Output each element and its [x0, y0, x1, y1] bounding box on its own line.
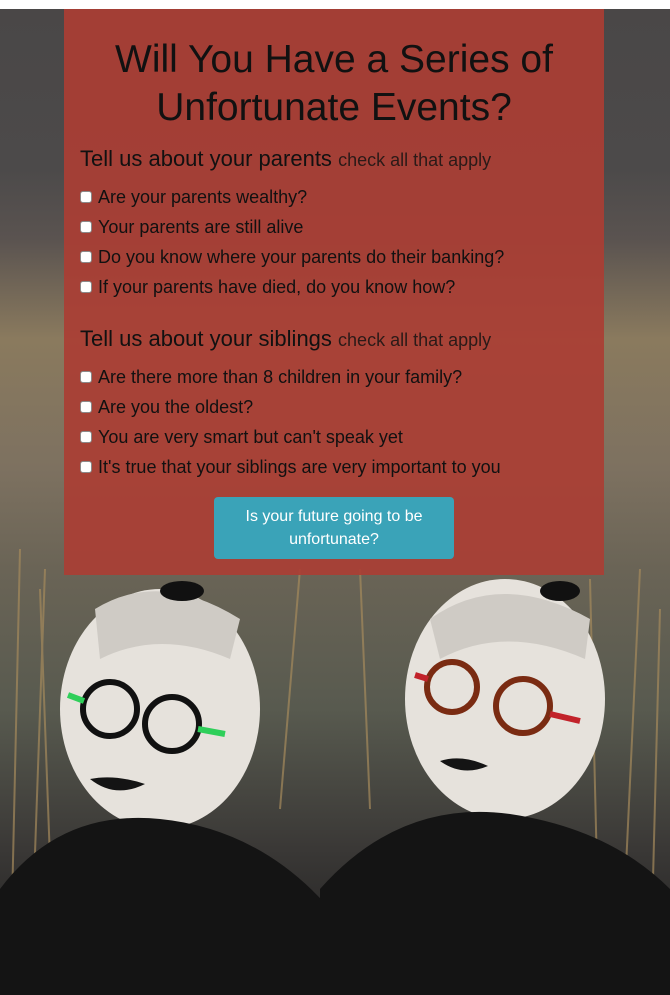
siblings-section-heading: Tell us about your siblings check all th…: [80, 326, 491, 352]
submit-button[interactable]: Is your future going to be unfortunate?: [214, 497, 454, 559]
siblings-option-more-than-8[interactable]: Are there more than 8 children in your f…: [80, 365, 462, 389]
option-label: Are your parents wealthy?: [98, 186, 308, 207]
checkbox[interactable]: [80, 221, 92, 233]
option-label: You are very smart but can't speak yet: [98, 426, 403, 447]
checkbox[interactable]: [80, 281, 92, 293]
quiz-card: Will You Have a Series of Unfortunate Ev…: [64, 9, 604, 575]
siblings-option-important[interactable]: It's true that your siblings are very im…: [80, 455, 501, 479]
parents-option-banking[interactable]: Do you know where your parents do their …: [80, 245, 504, 269]
parents-hint: check all that apply: [338, 150, 492, 170]
option-label: Are you the oldest?: [98, 396, 254, 417]
page-title: Will You Have a Series of Unfortunate Ev…: [115, 38, 553, 129]
checkbox[interactable]: [80, 251, 92, 263]
siblings-heading-text: Tell us about your siblings: [80, 326, 332, 351]
siblings-hint: check all that apply: [338, 330, 492, 350]
siblings-option-oldest[interactable]: Are you the oldest?: [80, 395, 253, 419]
option-label: Are there more than 8 children in your f…: [98, 366, 463, 387]
parents-section-heading: Tell us about your parents check all tha…: [80, 146, 491, 172]
option-label: If your parents have died, do you know h…: [98, 276, 456, 297]
option-label: It's true that your siblings are very im…: [98, 456, 501, 477]
parents-option-alive[interactable]: Your parents are still alive: [80, 215, 303, 239]
option-label: Do you know where your parents do their …: [98, 246, 505, 267]
parents-heading-text: Tell us about your parents: [80, 146, 332, 171]
option-label: Your parents are still alive: [98, 216, 304, 237]
parents-option-wealthy[interactable]: Are your parents wealthy?: [80, 185, 307, 209]
checkbox[interactable]: [80, 401, 92, 413]
checkbox[interactable]: [80, 461, 92, 473]
siblings-option-smart[interactable]: You are very smart but can't speak yet: [80, 425, 403, 449]
checkbox[interactable]: [80, 371, 92, 383]
parents-option-died[interactable]: If your parents have died, do you know h…: [80, 275, 455, 299]
checkbox[interactable]: [80, 431, 92, 443]
checkbox[interactable]: [80, 191, 92, 203]
